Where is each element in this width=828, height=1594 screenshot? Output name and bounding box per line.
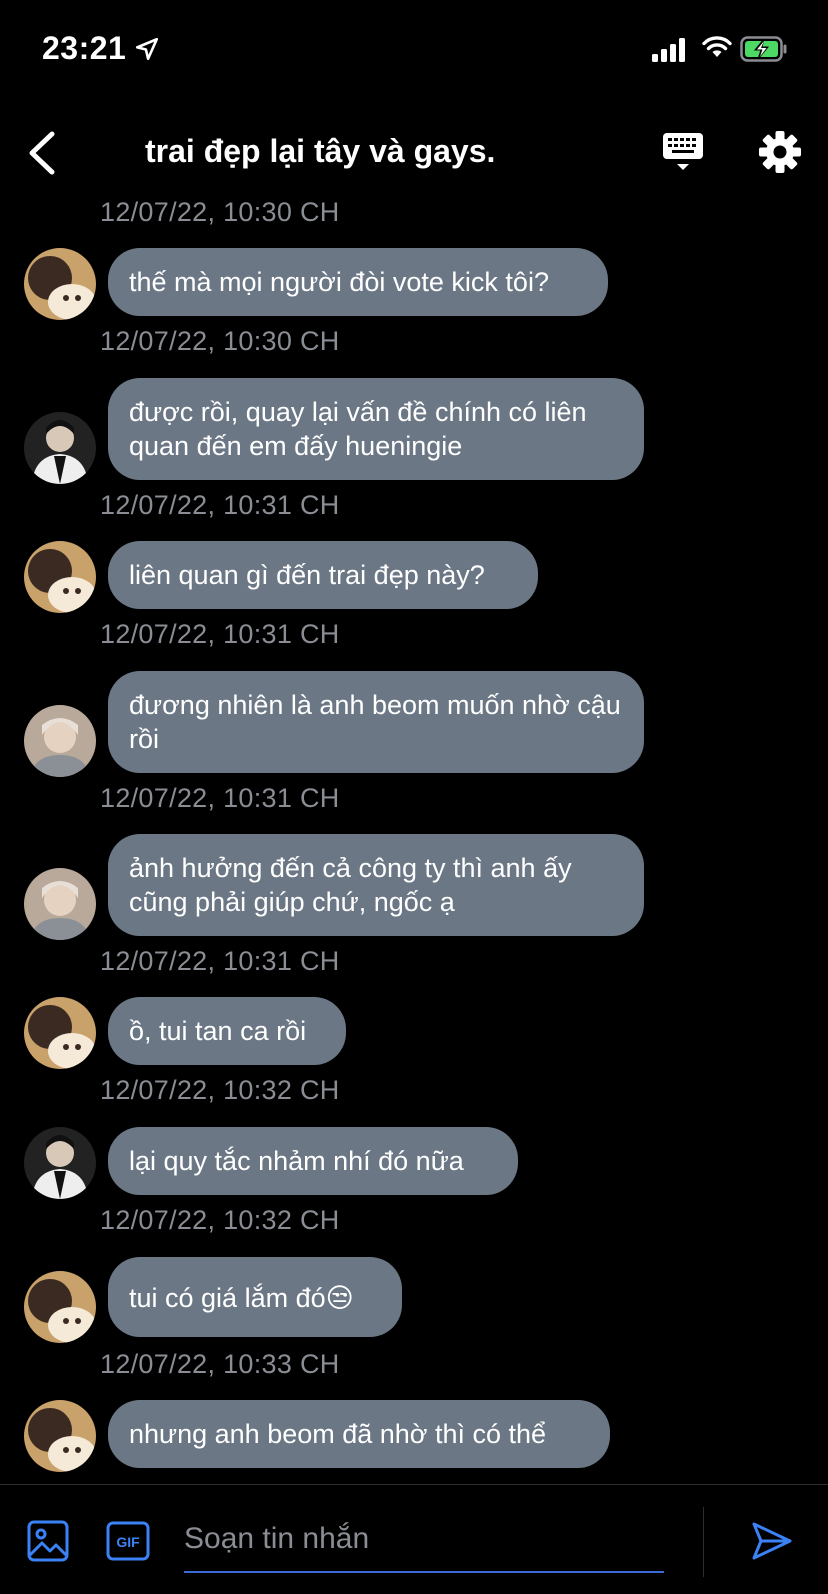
avatar[interactable] <box>24 1127 96 1199</box>
avatar[interactable] <box>24 412 96 484</box>
image-icon <box>27 1520 69 1562</box>
message-timestamp: 12/07/22, 10:33 CH <box>100 1349 340 1379</box>
message-bubble: đương nhiên là anh beom muốn nhờ cậu rồi <box>108 671 644 773</box>
message-bubble: được rồi, quay lại vấn đề chính có liên … <box>108 378 644 480</box>
battery-charging-icon <box>740 36 787 62</box>
message-input[interactable] <box>184 1507 664 1573</box>
message-bubble: ảnh hưởng đến cả công ty thì anh ấy cũng… <box>108 834 644 936</box>
message-bubble: lại quy tắc nhảm nhí đó nữa <box>108 1127 518 1195</box>
gear-icon <box>759 131 801 173</box>
chevron-left-icon <box>29 131 55 175</box>
gif-label: GIF <box>116 1534 140 1550</box>
avatar-photo <box>24 541 96 613</box>
message-timestamp: 12/07/22, 10:31 CH <box>100 946 340 976</box>
avatar[interactable] <box>24 248 96 320</box>
attach-image-button[interactable] <box>26 1519 70 1563</box>
back-button[interactable] <box>22 128 66 178</box>
send-button[interactable] <box>750 1519 794 1563</box>
avatar-photo <box>24 868 96 940</box>
avatar[interactable] <box>24 997 96 1069</box>
wifi-icon <box>702 36 732 57</box>
gif-icon: GIF <box>106 1521 150 1561</box>
message-composer: GIF <box>0 1484 828 1594</box>
location-arrow-icon <box>135 37 159 61</box>
message-bubble: thế mà mọi người đòi vote kick tôi? <box>108 248 608 316</box>
gif-button[interactable]: GIF <box>106 1521 150 1561</box>
message-timestamp: 12/07/22, 10:32 CH <box>100 1205 340 1235</box>
avatar[interactable] <box>24 1271 96 1343</box>
settings-button[interactable] <box>758 130 802 174</box>
message-timestamp: 12/07/22, 10:32 CH <box>100 1075 340 1105</box>
message-bubble: tui có giá lắm đó😒 <box>108 1257 402 1337</box>
message-timestamp: 12/07/22, 10:30 CH <box>100 200 340 227</box>
avatar[interactable] <box>24 1400 96 1472</box>
avatar-photo <box>24 248 96 320</box>
message-timestamp: 12/07/22, 10:31 CH <box>100 783 340 813</box>
avatar-photo <box>24 1127 96 1199</box>
chat-title: trai đẹp lại tây và gays. <box>145 133 496 169</box>
message-bubble: ồ, tui tan ca rồi <box>108 997 346 1065</box>
avatar[interactable] <box>24 705 96 777</box>
avatar-photo <box>24 705 96 777</box>
avatar-photo <box>24 1271 96 1343</box>
avatar-photo <box>24 1400 96 1472</box>
message-timestamp: 12/07/22, 10:31 CH <box>100 619 340 649</box>
keyboard-icon <box>663 133 703 170</box>
message-timestamp: 12/07/22, 10:31 CH <box>100 490 340 520</box>
divider <box>703 1507 704 1577</box>
status-time: 23:21 <box>42 30 127 66</box>
avatar-photo <box>24 997 96 1069</box>
send-icon <box>752 1522 792 1560</box>
avatar[interactable] <box>24 541 96 613</box>
message-bubble: nhưng anh beom đã nhờ thì có thể <box>108 1400 610 1468</box>
message-list[interactable]: 12/07/22, 10:30 CH thế mà mọi người đòi … <box>0 200 828 1484</box>
keyboard-button[interactable] <box>660 130 706 176</box>
status-bar: 23:21 <box>0 0 828 100</box>
chat-header: trai đẹp lại tây và gays. <box>0 100 828 205</box>
avatar[interactable] <box>24 868 96 940</box>
cellular-signal-icon <box>652 38 685 62</box>
message-bubble: liên quan gì đến trai đẹp này? <box>108 541 538 609</box>
message-timestamp: 12/07/22, 10:30 CH <box>100 326 340 356</box>
avatar-photo <box>24 412 96 484</box>
